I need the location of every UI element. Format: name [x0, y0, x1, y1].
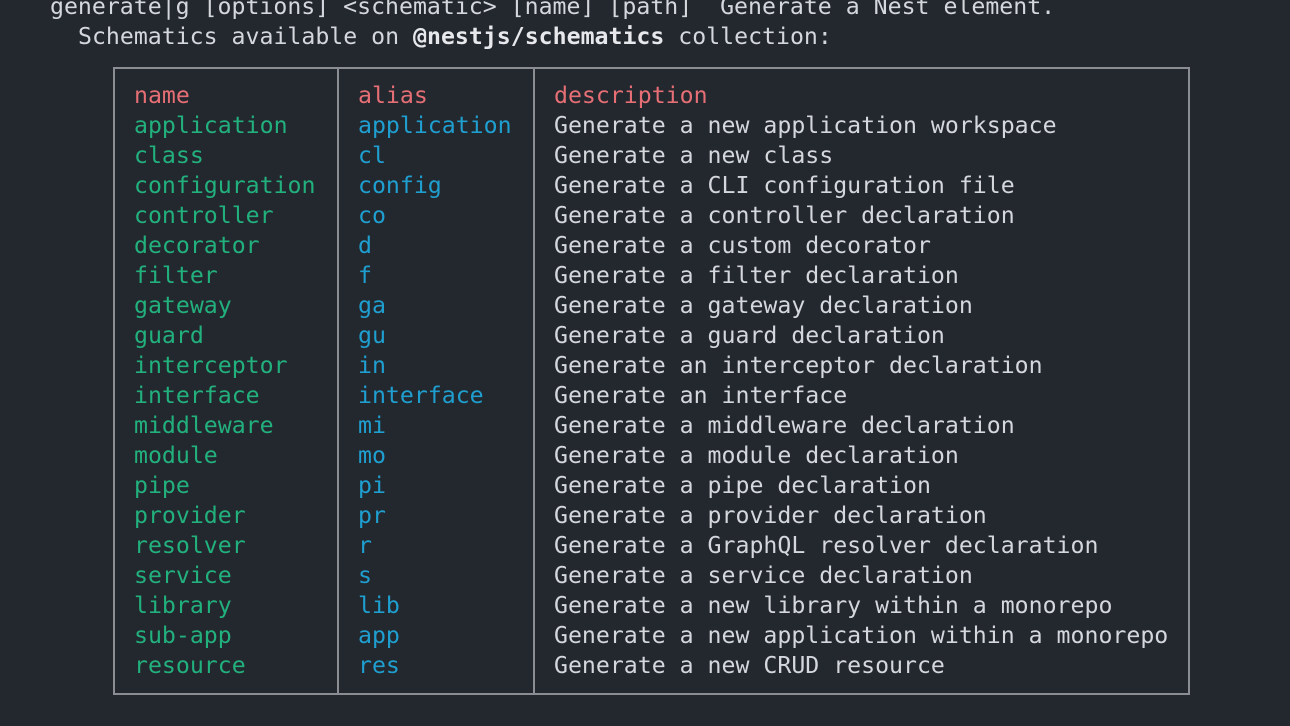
schematic-alias: r: [358, 532, 372, 559]
schematic-description: Generate a new class: [554, 142, 834, 169]
schematic-name: class: [134, 142, 204, 169]
schematic-description: Generate a new application workspace: [554, 112, 1057, 139]
schematic-alias: cl: [358, 142, 386, 169]
description-column: description Generate a new application w…: [554, 81, 1168, 681]
schematics-table: name application class configuration con…: [113, 67, 1190, 695]
schematic-alias: s: [358, 562, 372, 589]
schematic-alias: res: [358, 652, 400, 679]
schematic-description: Generate a pipe declaration: [554, 472, 931, 499]
schematics-suffix-text: collection:: [664, 23, 832, 50]
schematic-description: Generate a controller declaration: [554, 202, 1015, 229]
column-divider: [337, 69, 339, 693]
alias-column: alias application cl config co d f ga gu…: [358, 81, 512, 681]
schematic-name: resolver: [134, 532, 246, 559]
schematic-description: Generate an interface: [554, 382, 848, 409]
description-column-header: description: [554, 82, 708, 109]
schematic-description: Generate a filter declaration: [554, 262, 959, 289]
schematic-alias: gu: [358, 322, 386, 349]
schematic-alias: f: [358, 262, 372, 289]
schematic-name: configuration: [134, 172, 316, 199]
schematic-name: resource: [134, 652, 246, 679]
schematic-description: Generate a custom decorator: [554, 232, 931, 259]
schematic-name: module: [134, 442, 218, 469]
schematic-name: sub-app: [134, 622, 232, 649]
schematic-description: Generate a gateway declaration: [554, 292, 973, 319]
schematic-description: Generate a service declaration: [554, 562, 973, 589]
schematic-alias: co: [358, 202, 386, 229]
name-column-header: name: [134, 82, 190, 109]
schematic-alias: pr: [358, 502, 386, 529]
column-divider: [533, 69, 535, 693]
schematic-name: gateway: [134, 292, 232, 319]
schematic-alias: application: [358, 112, 512, 139]
command-usage-line: generate|g [options] <schematic> [name] …: [50, 0, 1056, 20]
schematic-alias: mi: [358, 412, 386, 439]
schematic-name: pipe: [134, 472, 190, 499]
name-column: name application class configuration con…: [134, 81, 315, 681]
schematic-name: guard: [134, 322, 204, 349]
schematic-name: controller: [134, 202, 274, 229]
schematic-alias: app: [358, 622, 400, 649]
schematic-alias: ga: [358, 292, 386, 319]
schematic-name: interface: [134, 382, 260, 409]
schematic-alias: config: [358, 172, 442, 199]
alias-column-header: alias: [358, 82, 428, 109]
schematic-description: Generate a GraphQL resolver declaration: [554, 532, 1099, 559]
schematic-alias: in: [358, 352, 386, 379]
schematic-name: application: [134, 112, 288, 139]
schematic-alias: mo: [358, 442, 386, 469]
schematics-prefix-text: Schematics available on: [78, 23, 414, 50]
schematic-description: Generate a new CRUD resource: [554, 652, 945, 679]
schematic-description: Generate an interceptor declaration: [554, 352, 1043, 379]
schematic-description: Generate a module declaration: [554, 442, 959, 469]
collection-name: @nestjs/schematics: [413, 23, 665, 50]
schematics-info-line: Schematics available on @nestjs/schemati…: [78, 22, 832, 52]
schematic-description: Generate a guard declaration: [554, 322, 945, 349]
schematic-alias: interface: [358, 382, 484, 409]
schematic-name: interceptor: [134, 352, 288, 379]
schematic-name: filter: [134, 262, 218, 289]
schematic-name: decorator: [134, 232, 260, 259]
schematic-description: Generate a provider declaration: [554, 502, 987, 529]
schematic-description: Generate a CLI configuration file: [554, 172, 1015, 199]
schematic-name: library: [134, 592, 232, 619]
schematic-name: middleware: [134, 412, 274, 439]
schematic-description: Generate a new application within a mono…: [554, 622, 1169, 649]
schematic-alias: d: [358, 232, 372, 259]
schematic-alias: lib: [358, 592, 400, 619]
schematic-description: Generate a new library within a monorepo: [554, 592, 1113, 619]
schematic-name: provider: [134, 502, 246, 529]
schematic-name: service: [134, 562, 232, 589]
schematic-description: Generate a middleware declaration: [554, 412, 1015, 439]
schematic-alias: pi: [358, 472, 386, 499]
